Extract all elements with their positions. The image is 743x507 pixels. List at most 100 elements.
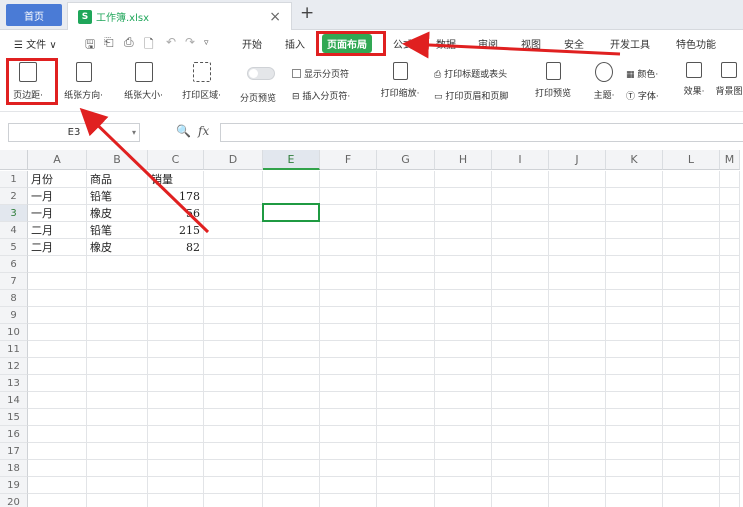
cell[interactable] — [320, 443, 377, 460]
print-icon[interactable]: ⎙ — [124, 35, 134, 50]
close-tab-icon[interactable]: × — [269, 9, 281, 25]
cell[interactable] — [148, 307, 204, 324]
cell[interactable] — [435, 239, 492, 256]
cell[interactable] — [377, 205, 435, 222]
colors-button[interactable]: ▦ 颜色· — [626, 67, 658, 80]
menu-start[interactable]: 开始 — [242, 36, 262, 51]
row-header[interactable]: 1 — [0, 171, 28, 188]
cell[interactable] — [720, 188, 740, 205]
row-header[interactable]: 11 — [0, 341, 28, 358]
cell[interactable] — [606, 256, 663, 273]
cell[interactable] — [377, 324, 435, 341]
fonts-button[interactable]: Ⓣ 字体· — [626, 89, 659, 102]
cell[interactable] — [204, 222, 263, 239]
cell[interactable] — [663, 409, 720, 426]
select-all-corner[interactable] — [0, 150, 28, 170]
cell[interactable] — [606, 341, 663, 358]
column-header-b[interactable]: B — [87, 150, 148, 170]
cell[interactable] — [320, 239, 377, 256]
cell[interactable] — [492, 358, 549, 375]
cell[interactable] — [263, 358, 320, 375]
cell[interactable] — [377, 392, 435, 409]
cell[interactable] — [204, 273, 263, 290]
cell[interactable] — [606, 358, 663, 375]
cell[interactable] — [87, 494, 148, 507]
cell[interactable] — [663, 290, 720, 307]
cell[interactable] — [435, 409, 492, 426]
insert-page-break-button[interactable]: ⊟ 插入分页符· — [292, 89, 350, 102]
cell[interactable] — [606, 188, 663, 205]
cell[interactable] — [28, 375, 87, 392]
cell[interactable]: 82 — [148, 239, 204, 256]
save-icon[interactable]: 🖫 — [85, 35, 95, 56]
cell[interactable] — [549, 188, 606, 205]
cell[interactable] — [606, 171, 663, 188]
spreadsheet-grid[interactable]: A B C D E F G H I J K L M 1 月份 商品 销量 2 一月 铅笔 178 3 一月 橡皮 56 4 二月 铅笔… — [0, 150, 743, 507]
cell[interactable] — [377, 375, 435, 392]
cell[interactable] — [263, 392, 320, 409]
cell[interactable] — [663, 375, 720, 392]
cell[interactable] — [320, 358, 377, 375]
cell[interactable] — [663, 426, 720, 443]
column-header-c[interactable]: C — [148, 150, 204, 170]
row-header[interactable]: 16 — [0, 426, 28, 443]
cell[interactable] — [263, 222, 320, 239]
cell[interactable] — [377, 273, 435, 290]
cell[interactable] — [148, 494, 204, 507]
cell[interactable] — [263, 256, 320, 273]
formula-input[interactable] — [220, 123, 743, 142]
cell[interactable] — [87, 273, 148, 290]
cell[interactable]: 橡皮 — [87, 239, 148, 256]
menu-review[interactable]: 审阅 — [478, 36, 498, 51]
print-scale-button[interactable]: 打印缩放· — [374, 62, 426, 99]
cell[interactable] — [320, 375, 377, 392]
zoom-search-icon[interactable]: 🔍 — [176, 124, 191, 138]
cell[interactable] — [492, 188, 549, 205]
cell[interactable] — [606, 494, 663, 507]
cell[interactable] — [28, 358, 87, 375]
cell[interactable] — [28, 392, 87, 409]
cell[interactable] — [28, 494, 87, 507]
cell[interactable] — [263, 426, 320, 443]
cell[interactable] — [204, 341, 263, 358]
row-header[interactable]: 9 — [0, 307, 28, 324]
cell[interactable] — [435, 324, 492, 341]
cell[interactable] — [492, 460, 549, 477]
cell[interactable] — [435, 494, 492, 507]
page-break-preview-label[interactable]: 分页预览 — [240, 91, 276, 104]
row-header[interactable]: 7 — [0, 273, 28, 290]
export-icon[interactable]: ⎗ — [104, 35, 114, 50]
cell[interactable] — [492, 375, 549, 392]
print-titles-button[interactable]: ⎙ 打印标题或表头 — [434, 67, 507, 80]
cell[interactable] — [148, 392, 204, 409]
cell[interactable] — [148, 290, 204, 307]
cell[interactable] — [435, 477, 492, 494]
cell[interactable] — [263, 409, 320, 426]
cell[interactable] — [87, 307, 148, 324]
column-header-h[interactable]: H — [435, 150, 492, 170]
row-header[interactable]: 4 — [0, 222, 28, 239]
cell[interactable] — [148, 273, 204, 290]
cell[interactable] — [204, 392, 263, 409]
cell[interactable] — [720, 222, 740, 239]
background-button[interactable]: 背景图 — [714, 62, 743, 97]
cell[interactable] — [549, 460, 606, 477]
cell[interactable] — [549, 494, 606, 507]
cell[interactable] — [663, 392, 720, 409]
row-header[interactable]: 6 — [0, 256, 28, 273]
cell[interactable] — [377, 188, 435, 205]
cell[interactable] — [28, 256, 87, 273]
cell[interactable] — [204, 358, 263, 375]
cell[interactable] — [663, 358, 720, 375]
cell[interactable] — [492, 273, 549, 290]
cell[interactable] — [663, 443, 720, 460]
cell[interactable] — [435, 273, 492, 290]
cell[interactable] — [435, 205, 492, 222]
cell[interactable] — [606, 426, 663, 443]
cell[interactable] — [663, 324, 720, 341]
cell[interactable] — [492, 443, 549, 460]
cell[interactable] — [148, 256, 204, 273]
cell[interactable] — [492, 494, 549, 507]
cell[interactable] — [720, 324, 740, 341]
cell[interactable] — [263, 341, 320, 358]
